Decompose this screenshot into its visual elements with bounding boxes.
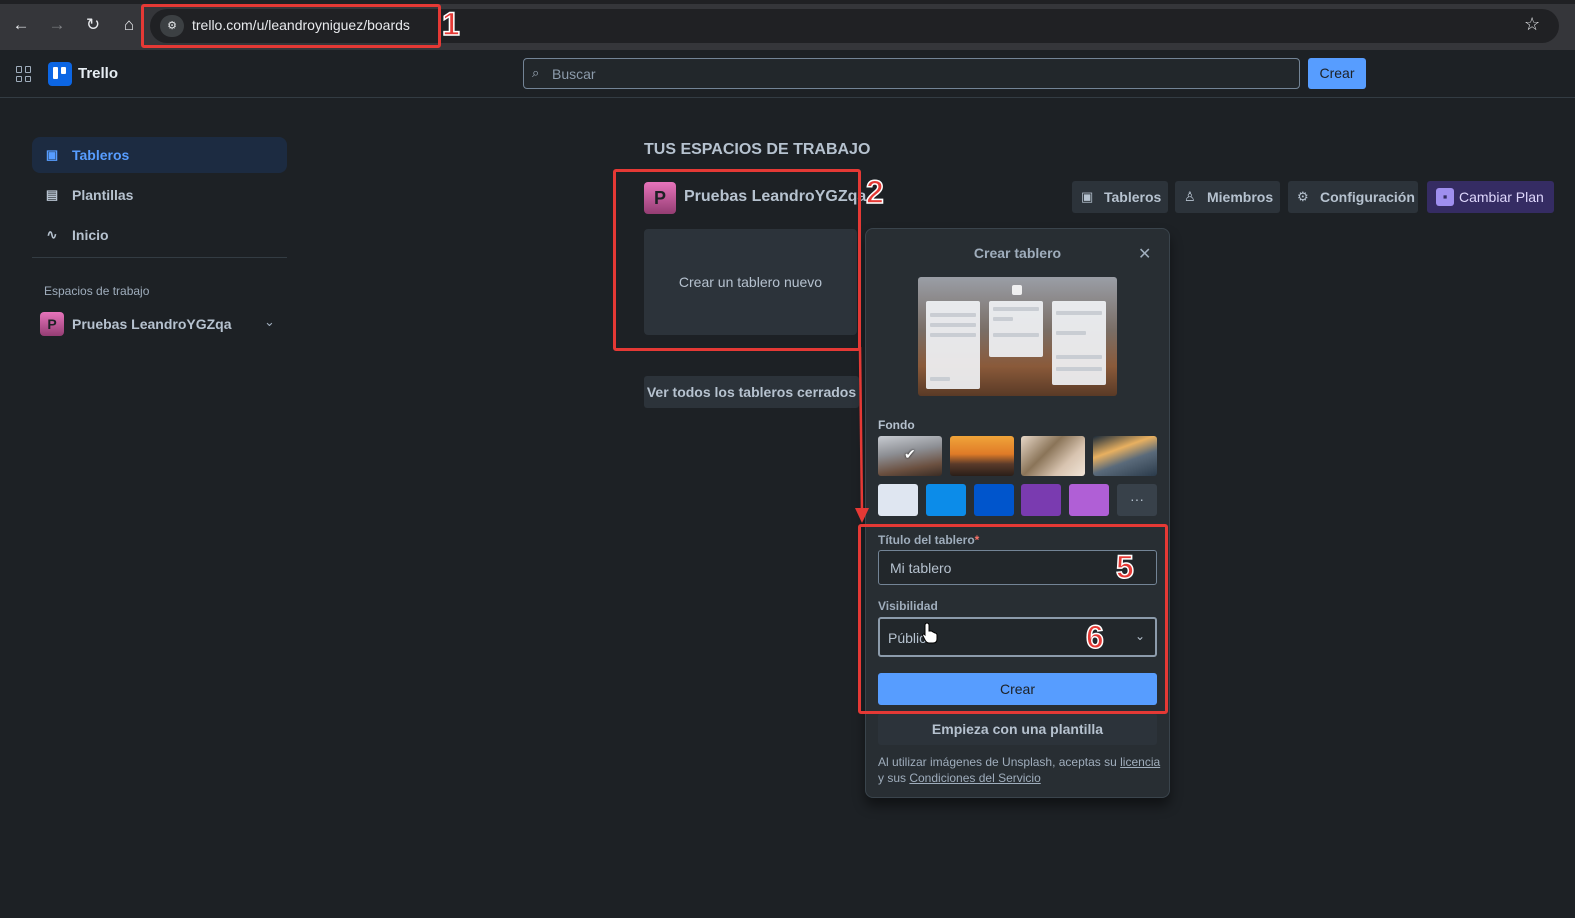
reload-icon[interactable]: ↻ [82,14,104,36]
annotation-number-5: 5 [1115,548,1134,586]
sidebar-item-tableros[interactable]: ▣ Tableros [32,137,287,173]
sidebar-item-label: Plantillas [72,187,134,203]
search-icon: ⌕ [532,65,540,80]
button-label: Miembros [1207,189,1274,205]
chevron-down-icon[interactable]: ⌄ [264,314,275,330]
sidebar-item-plantillas[interactable]: ▤ Plantillas [32,177,287,213]
board-preview-image [918,277,1117,396]
back-icon[interactable]: ← [10,14,32,36]
create-button[interactable]: Crear [1308,58,1366,89]
annotation-number-6: 6 [1085,618,1104,656]
app-switcher-icon[interactable] [16,66,32,82]
sidebar-item-label: Inicio [72,227,109,243]
upgrade-plan-button[interactable]: ▪ Cambiar Plan [1427,181,1554,213]
button-label: Configuración [1320,189,1415,205]
close-icon[interactable]: ✕ [1138,244,1151,264]
trello-logo-icon[interactable] [48,62,72,86]
workspaces-heading: Espacios de trabajo [44,284,150,298]
sidebar-item-inicio[interactable]: ∿ Inicio [32,217,287,253]
page-title: TUS ESPACIOS DE TRABAJO [644,141,871,158]
background-photo-option[interactable] [1093,436,1157,476]
checkmark-icon: ✔ [904,446,916,462]
background-photo-option[interactable]: ✔ [878,436,942,476]
popover-title: Crear tablero [973,245,1062,261]
activity-icon: ∿ [46,227,58,242]
background-color-option[interactable] [1021,484,1061,516]
terms-link[interactable]: Condiciones del Servicio [909,771,1040,785]
unsplash-legal-text: Al utilizar imágenes de Unsplash, acepta… [878,755,1161,785]
workspace-avatar: P [40,312,64,336]
background-photo-option[interactable] [950,436,1014,476]
background-label: Fondo [878,418,915,432]
search-input[interactable] [552,60,1292,87]
app-name[interactable]: Trello [78,65,118,82]
forward-icon[interactable]: → [46,14,68,36]
board-icon: ▣ [1081,189,1094,204]
workspace-settings-button[interactable]: ⚙ Configuración [1288,181,1418,213]
board-icon: ▣ [45,147,59,162]
button-label: Tableros [1104,189,1162,205]
person-icon: ♙ [1184,189,1196,204]
view-closed-boards-button[interactable]: Ver todos los tableros cerrados [644,376,859,408]
start-with-template-button[interactable]: Empieza con una plantilla [878,713,1157,745]
workspace-name: Pruebas LeandroYGZqa [72,316,232,332]
button-label: Cambiar Plan [1459,189,1544,205]
bookmark-star-icon[interactable]: ☆ [1524,14,1540,35]
license-link[interactable]: licencia [1120,755,1160,769]
template-icon: ▤ [45,187,59,202]
more-backgrounds-button[interactable]: ··· [1117,484,1157,516]
workspace-members-button[interactable]: ♙ Miembros [1175,181,1280,213]
background-color-option[interactable] [926,484,966,516]
annotation-box-2 [613,169,861,351]
sidebar-item-label: Tableros [72,147,130,163]
background-photo-option[interactable] [1021,436,1085,476]
briefcase-icon: ▪ [1436,188,1454,206]
annotation-number-1: 1 [441,5,460,43]
sidebar-divider [32,257,287,258]
annotation-box-1 [141,4,441,48]
background-color-option[interactable] [878,484,918,516]
gear-icon: ⚙ [1297,189,1309,204]
home-icon[interactable]: ⌂ [118,14,140,36]
background-color-option[interactable] [974,484,1014,516]
sidebar-workspace-item[interactable]: P Pruebas LeandroYGZqa ⌄ [32,306,287,342]
annotation-arrow [855,346,869,523]
workspace-boards-button[interactable]: ▣ Tableros [1072,181,1168,213]
background-color-option[interactable] [1069,484,1109,516]
annotation-number-2: 2 [865,173,884,211]
